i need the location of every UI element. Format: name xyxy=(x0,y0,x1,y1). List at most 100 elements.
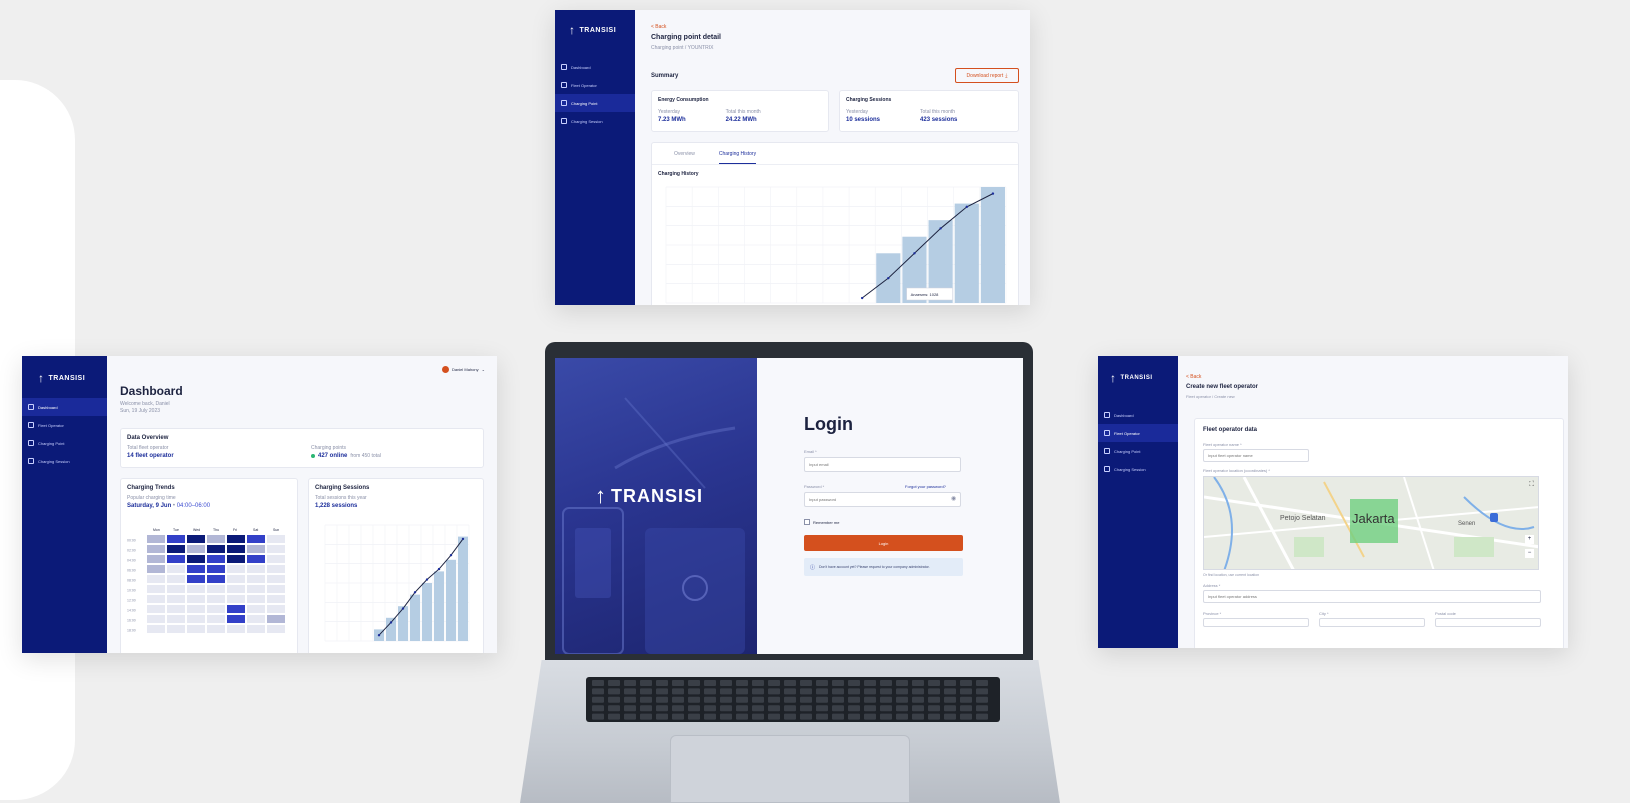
sidebar-item-charging-point[interactable]: Charging Point xyxy=(555,94,635,112)
tooltip-label: Anaesms: 1028 xyxy=(911,292,940,297)
zoom-out-icon[interactable]: − xyxy=(1525,549,1534,558)
sidebar-item-charging-session[interactable]: Charging Session xyxy=(1098,460,1178,478)
charging-history-chart: Anaesms: 1028 xyxy=(665,186,1007,304)
keyboard-key xyxy=(816,713,828,720)
address-input[interactable] xyxy=(1203,590,1541,603)
keyboard-key xyxy=(592,680,604,686)
chart-bar xyxy=(954,203,979,303)
fleet-form-mockup: ↑ TRANSISI Dashboard Fleet Operator Char… xyxy=(1098,356,1568,648)
keyboard-key xyxy=(720,696,732,703)
forgot-password-link[interactable]: Forgot your password? xyxy=(905,484,946,489)
keyboard-key xyxy=(640,713,652,720)
back-link[interactable]: < Back xyxy=(1186,374,1201,380)
series-point xyxy=(389,621,393,624)
email-field[interactable] xyxy=(804,457,961,472)
zoom-in-icon[interactable]: + xyxy=(1525,535,1534,544)
keyboard-key xyxy=(832,680,844,686)
page-title: Charging point detail xyxy=(651,34,721,41)
province-select[interactable] xyxy=(1203,618,1309,627)
sidebar-item-fleet-operator[interactable]: Fleet Operator xyxy=(555,76,635,94)
chart-bar xyxy=(410,594,420,641)
heatmap-cell xyxy=(167,575,185,583)
keyboard-key xyxy=(800,713,812,720)
keyboard-key xyxy=(928,713,940,720)
city-select[interactable] xyxy=(1319,618,1425,627)
doc-icon xyxy=(561,82,567,88)
chart-bar xyxy=(446,559,456,641)
heatmap-cell xyxy=(187,545,205,553)
sidebar-item-charging-session[interactable]: Charging Session xyxy=(555,112,635,130)
keyboard-key xyxy=(800,705,812,712)
postal-code-input[interactable] xyxy=(1435,618,1541,627)
heatmap-cell xyxy=(147,575,165,583)
keyboard-key xyxy=(608,705,620,712)
keyboard-key xyxy=(624,688,636,695)
keyboard-key xyxy=(880,713,892,720)
heatmap-cell xyxy=(147,625,165,633)
keyboard-key xyxy=(944,705,956,712)
keyboard-key xyxy=(848,680,860,686)
login-button[interactable]: Login xyxy=(804,535,963,551)
charging-trends-heatmap: Mon Tue Wed Thu Fri Sat Sun 00:00 02:00 04:00 06:0… xyxy=(127,528,285,633)
back-link[interactable]: < Back xyxy=(651,24,666,30)
eye-icon[interactable]: ◉ xyxy=(951,495,956,502)
clock-icon xyxy=(28,404,34,410)
download-report-button[interactable]: Download report ⤓ xyxy=(955,68,1019,83)
keyboard-key xyxy=(688,680,700,686)
info-icon: ⓘ xyxy=(810,564,816,571)
use-current-location[interactable]: Or find location, use current location xyxy=(1203,573,1555,577)
tab-overview[interactable]: Overview xyxy=(674,151,695,164)
keyboard-key xyxy=(592,705,604,712)
sidebar-item-charging-session[interactable]: Charging Session xyxy=(22,452,107,470)
sidebar-item-charging-point[interactable]: Charging Point xyxy=(22,434,107,452)
series-point xyxy=(860,296,864,300)
sidebar-item-fleet-operator[interactable]: Fleet Operator xyxy=(1098,424,1178,442)
heatmap-cell xyxy=(187,575,205,583)
remember-checkbox[interactable] xyxy=(804,519,810,525)
fullscreen-icon[interactable]: ⛶ xyxy=(1529,481,1534,489)
keyboard-key xyxy=(688,688,700,695)
sidebar-item-charging-point[interactable]: Charging Point xyxy=(1098,442,1178,460)
keyboard-key xyxy=(944,680,956,686)
trends-card: Charging Trends Popular charging time Sa… xyxy=(120,478,298,653)
heatmap-cell xyxy=(187,595,205,603)
hour-label: 06:00 xyxy=(127,569,136,573)
sidebar: ↑ TRANSISI Dashboard Fleet Operator Char… xyxy=(22,356,107,653)
chart-bar xyxy=(980,187,1005,303)
keyboard-key xyxy=(672,705,684,712)
hour-label: 18:00 xyxy=(127,629,136,633)
heatmap-cell xyxy=(227,555,245,563)
sidebar-item-dashboard[interactable]: Dashboard xyxy=(1098,406,1178,424)
tab-charging-history[interactable]: Charging History xyxy=(718,151,757,164)
heatmap-cell xyxy=(227,615,245,623)
keyboard-key xyxy=(720,680,732,686)
keyboard-key xyxy=(704,713,716,720)
keyboard-key xyxy=(608,688,620,695)
series-point xyxy=(887,276,890,280)
sidebar: ↑ TRANSISI Dashboard Fleet Operator Char… xyxy=(1098,356,1178,648)
location-map[interactable]: Petojo Selatan Jakarta Senen ⛶ + − xyxy=(1203,476,1539,570)
breadcrumb: Fleet operator / Create new xyxy=(1186,394,1235,399)
heatmap-cell xyxy=(267,565,285,573)
keyboard-key xyxy=(960,705,972,712)
series-point xyxy=(401,607,405,610)
fleet-name-input[interactable] xyxy=(1203,449,1309,462)
user-menu[interactable]: Daniel Mahony ⌄ xyxy=(441,366,485,373)
keyboard-key xyxy=(640,688,652,695)
sidebar-item-fleet-operator[interactable]: Fleet Operator xyxy=(22,416,107,434)
keyboard-key xyxy=(640,680,652,686)
laptop-keyboard xyxy=(586,677,1000,722)
page-title: Dashboard xyxy=(120,384,183,398)
heatmap-cell xyxy=(167,605,185,613)
remember-me[interactable]: Remember me xyxy=(804,519,839,525)
password-field[interactable] xyxy=(804,492,961,507)
sidebar-item-dashboard[interactable]: Dashboard xyxy=(555,58,635,76)
heatmap-cell xyxy=(247,555,265,563)
clock-icon xyxy=(561,64,567,70)
sidebar-item-dashboard[interactable]: Dashboard xyxy=(22,398,107,416)
keyboard-key xyxy=(784,713,796,720)
series-point xyxy=(377,634,381,637)
heatmap-cell xyxy=(167,555,185,563)
keyboard-key xyxy=(816,705,828,712)
login-page: ↑ TRANSISI Login Email * Password * Forg… xyxy=(555,358,1023,654)
